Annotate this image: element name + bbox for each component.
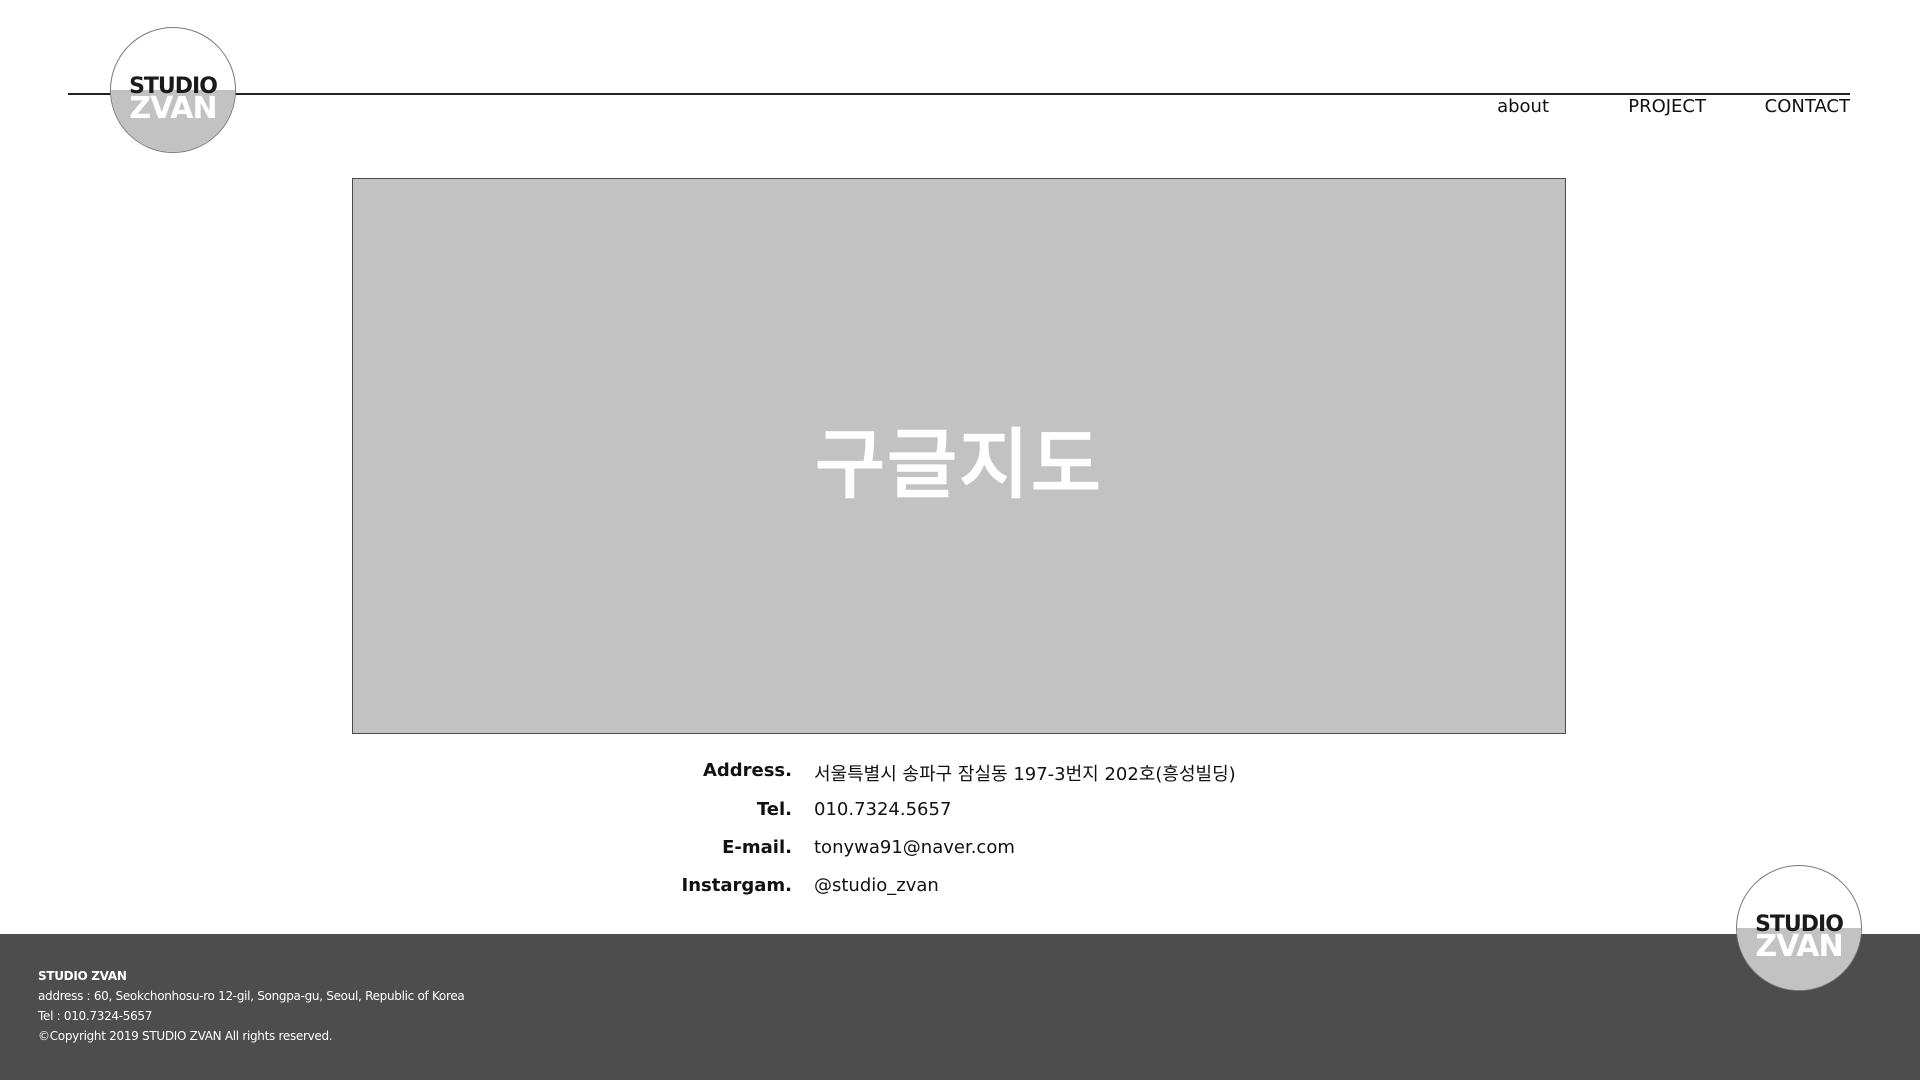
footer-address: address : 60, Seokchonhosu-ro 12-gil, So… [38, 989, 465, 1003]
nav-item-project[interactable]: PROJECT [1628, 96, 1706, 117]
logo-zvan-text: ZVAN [1755, 929, 1843, 964]
footer-copyright: ©Copyright 2019 STUDIO ZVAN All rights r… [38, 1029, 333, 1043]
logo-zvan-text: ZVAN [129, 91, 217, 126]
tel-value[interactable]: 010.7324.5657 [814, 799, 951, 820]
contact-row-address: Address. 서울특별시 송파구 잠실동 197-3번지 202호(흥성빌딩… [0, 760, 1920, 790]
header-logo[interactable]: STUDIO ZVAN [110, 27, 236, 153]
footer: STUDIO ZVAN address : 60, Seokchonhosu-r… [0, 934, 1920, 1080]
email-value[interactable]: tonywa91@naver.com [814, 837, 1015, 858]
footer-logo[interactable]: STUDIO ZVAN [1736, 865, 1862, 991]
email-label: E-mail. [722, 837, 792, 858]
instagram-value[interactable]: @studio_zvan [814, 875, 939, 896]
instagram-label: Instargam. [681, 875, 792, 896]
contact-row-email: E-mail. tonywa91@naver.com [0, 837, 1920, 867]
contact-page: STUDIO ZVAN about PROJECT CONTACT 구글지도 A… [0, 0, 1920, 1080]
google-map-placeholder[interactable]: 구글지도 [352, 178, 1566, 734]
footer-brand: STUDIO ZVAN [38, 969, 127, 983]
tel-label: Tel. [756, 799, 792, 820]
nav-item-contact[interactable]: CONTACT [1765, 96, 1850, 117]
header-divider [68, 93, 1850, 95]
contact-row-instagram: Instargam. @studio_zvan [0, 875, 1920, 905]
nav-item-about[interactable]: about [1497, 96, 1549, 117]
address-label: Address. [702, 760, 792, 781]
footer-tel: Tel : 010.7324-5657 [38, 1009, 153, 1023]
map-placeholder-label: 구글지도 [815, 420, 1103, 509]
address-value: 서울특별시 송파구 잠실동 197-3번지 202호(흥성빌딩) [814, 764, 1236, 785]
contact-row-tel: Tel. 010.7324.5657 [0, 799, 1920, 829]
